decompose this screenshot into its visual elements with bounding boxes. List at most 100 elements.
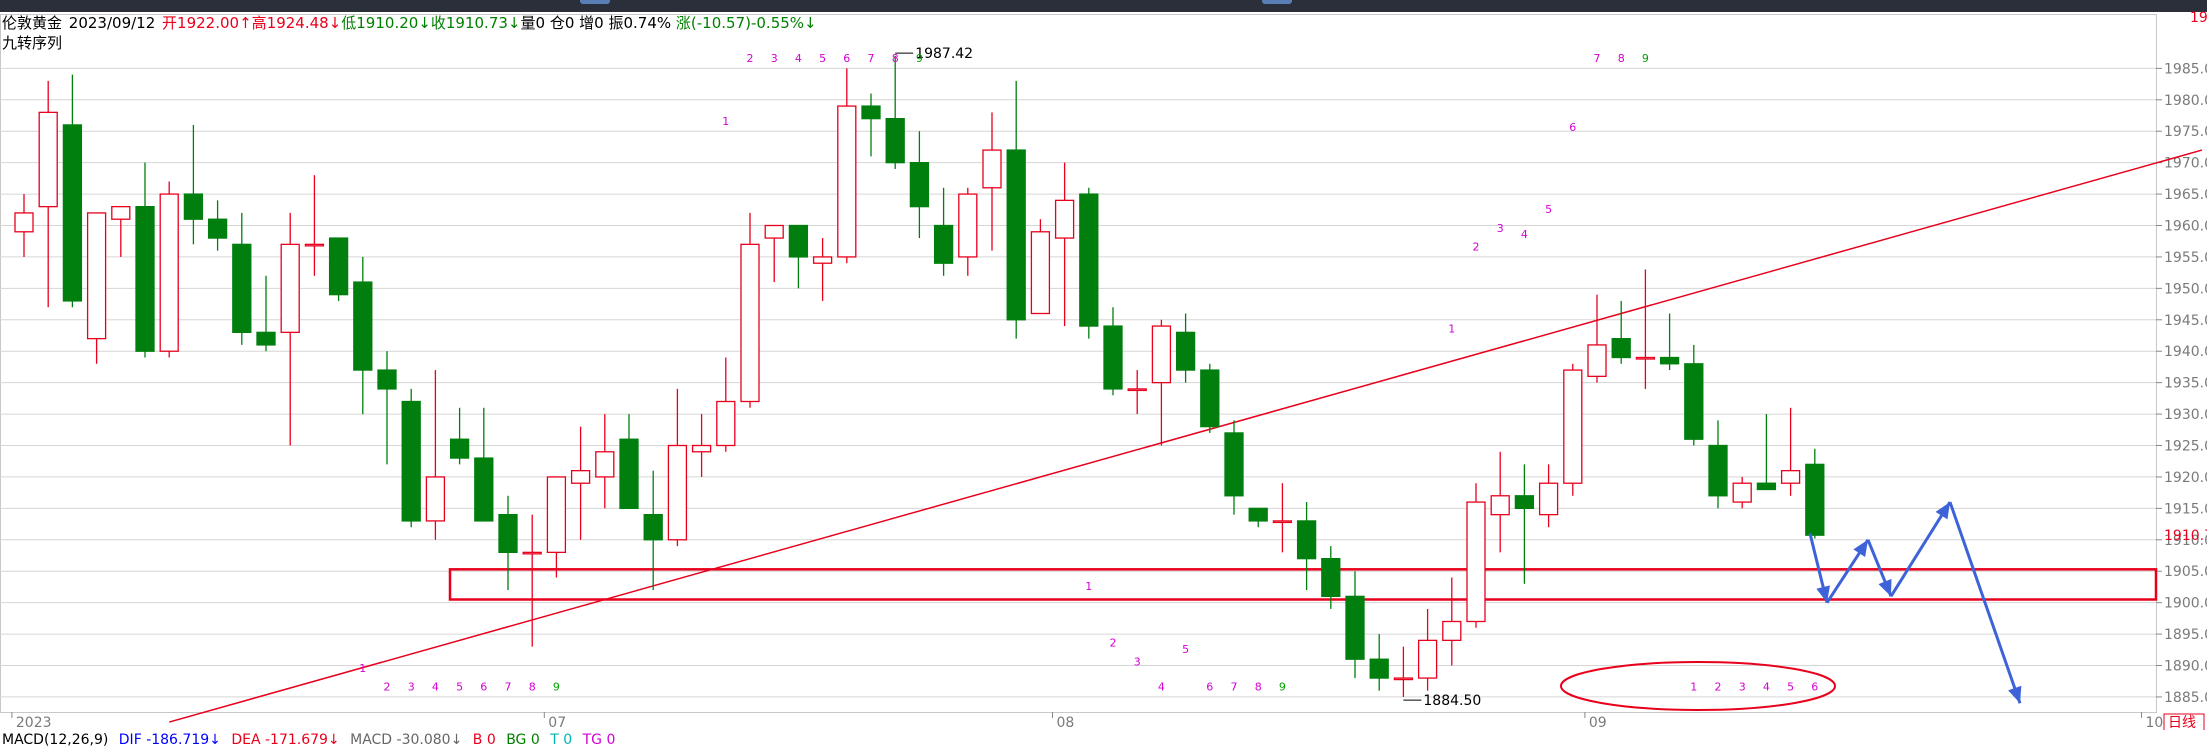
td-count-label: 6 (480, 681, 487, 694)
candle-body[interactable] (1732, 482, 1752, 503)
candle-body[interactable] (183, 193, 204, 220)
candle-body[interactable] (546, 476, 567, 554)
trend-line (168, 149, 2203, 723)
candle-body[interactable] (159, 193, 179, 352)
candle-body[interactable] (595, 451, 615, 478)
candle-body[interactable] (1538, 482, 1559, 516)
candle-body[interactable] (1248, 507, 1268, 522)
candle-body[interactable] (716, 400, 736, 447)
candle-body[interactable] (1030, 231, 1051, 315)
candle-body[interactable] (1103, 325, 1123, 390)
candle-body[interactable] (86, 212, 107, 340)
candle-body[interactable] (1635, 356, 1656, 360)
candle-body[interactable] (861, 105, 881, 120)
candle-body[interactable] (1296, 520, 1317, 560)
candle-body[interactable] (377, 369, 397, 390)
candle-body[interactable] (1345, 595, 1365, 660)
macd-dea: DEA -171.679↓ (231, 732, 340, 748)
td-count-label: 6 (1811, 681, 1818, 694)
candle-body[interactable] (1514, 495, 1535, 510)
macd-tg: TG 0 (582, 732, 616, 748)
candle-body[interactable] (1369, 658, 1389, 679)
candle-body[interactable] (764, 224, 784, 239)
candle-body[interactable] (328, 237, 349, 296)
y-tick-label: 1955.00 (2164, 250, 2207, 266)
candle-body[interactable] (740, 243, 760, 403)
macd-value: MACD -30.080↓ (350, 732, 463, 748)
candle-body[interactable] (14, 212, 34, 233)
candle-body[interactable] (1780, 469, 1801, 484)
td-count-label: 2 (1110, 637, 1117, 650)
candle-body[interactable] (401, 400, 421, 522)
candle-body[interactable] (1321, 557, 1341, 598)
candle-body[interactable] (1466, 501, 1486, 623)
candle-body[interactable] (256, 331, 276, 346)
candle-body[interactable] (691, 444, 712, 453)
candle-body[interactable] (1756, 482, 1777, 491)
candle-body[interactable] (498, 513, 518, 554)
candle-body[interactable] (885, 117, 905, 164)
candle-body[interactable] (643, 513, 663, 541)
candle-body[interactable] (667, 444, 688, 541)
candle-body[interactable] (1659, 356, 1680, 365)
x-tick-label: 08 (1057, 715, 1075, 730)
candle-body[interactable] (788, 224, 809, 258)
candle-body[interactable] (232, 243, 252, 334)
candle-body[interactable] (1151, 325, 1172, 384)
y-tick-label: 1985.00 (2164, 61, 2207, 77)
y-tick-label: 1920.00 (2164, 470, 2207, 486)
y-tick-label: 1980.00 (2164, 93, 2207, 109)
td-count-label: 9 (1279, 681, 1286, 694)
candle-body[interactable] (1611, 337, 1631, 359)
candle-body[interactable] (474, 457, 494, 522)
candle-body[interactable] (570, 469, 591, 484)
td-count-label: 3 (408, 681, 415, 694)
candle-body[interactable] (1490, 495, 1510, 516)
candle-body[interactable] (1006, 149, 1026, 321)
candle-body[interactable] (1708, 444, 1728, 497)
macd-b: B 0 (472, 732, 496, 748)
candle-body[interactable] (38, 111, 58, 208)
td-count-label: 2 (1473, 241, 1480, 254)
candle-body[interactable] (425, 476, 446, 522)
candle-body[interactable] (304, 243, 325, 247)
candle-body[interactable] (353, 281, 373, 371)
candle-body[interactable] (522, 551, 542, 555)
candle-body[interactable] (1563, 369, 1583, 484)
td-count-label: 2 (384, 681, 391, 694)
td-count-label: 6 (1206, 681, 1213, 694)
y-tick-label: 1950.00 (2164, 281, 2207, 297)
candle-body[interactable] (207, 218, 228, 239)
candlestick-chart[interactable]: 1985.00 1980.00 1975.00 1970.00 1965.00 1960.… (0, 0, 2207, 730)
candle-body[interactable] (812, 256, 833, 264)
candle-body[interactable] (1805, 463, 1825, 536)
candle-body[interactable] (1175, 331, 1196, 371)
candle-body[interactable] (280, 243, 300, 334)
candle-body[interactable] (933, 224, 954, 264)
candle-body[interactable] (619, 438, 639, 510)
td-count-label: 7 (505, 681, 512, 694)
candle-body[interactable] (1272, 520, 1293, 524)
candle-body[interactable] (1393, 677, 1414, 681)
candle-body[interactable] (909, 161, 930, 208)
candle-body[interactable] (1054, 199, 1075, 239)
candle-body[interactable] (1127, 388, 1147, 392)
candle-body[interactable] (1442, 620, 1462, 642)
candle-body[interactable] (62, 124, 83, 302)
y-tick-label: 1925.00 (2164, 439, 2207, 455)
candle-body[interactable] (111, 205, 131, 220)
candle-body[interactable] (1200, 369, 1220, 428)
candle-body[interactable] (1587, 344, 1607, 378)
candle-body[interactable] (1079, 193, 1099, 327)
candle-body[interactable] (135, 205, 155, 352)
candle-body[interactable] (837, 105, 857, 258)
macd-name[interactable]: MACD(12,26,9) (2, 732, 108, 748)
candle-body[interactable] (958, 193, 978, 258)
candle-body[interactable] (449, 438, 470, 459)
candle-body[interactable] (1224, 432, 1244, 497)
candle-body[interactable] (1684, 363, 1704, 440)
y-tick-label: 1900.00 (2164, 596, 2207, 612)
candle-body[interactable] (982, 149, 1002, 189)
price-marker-label: 1884.50 (1423, 693, 1481, 709)
candle-body[interactable] (1417, 639, 1438, 679)
